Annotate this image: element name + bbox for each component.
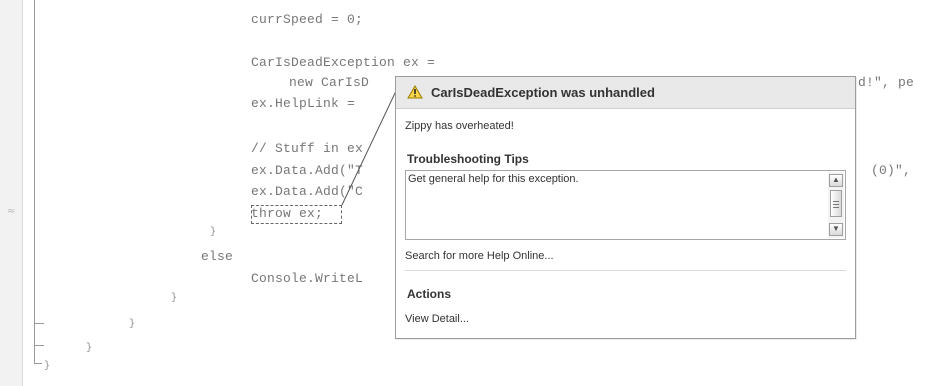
warning-icon	[407, 85, 423, 99]
actions-heading: Actions	[407, 287, 452, 301]
popup-header: CarIsDeadException was unhandled	[396, 77, 855, 109]
exception-title: CarIsDeadException was unhandled	[431, 85, 655, 100]
tips-scrollbar[interactable]: ▲ ▼	[828, 172, 844, 238]
divider	[405, 270, 846, 271]
scroll-thumb[interactable]	[830, 190, 842, 217]
search-help-online-link[interactable]: Search for more Help Online...	[405, 250, 554, 262]
scroll-up-button[interactable]: ▲	[829, 174, 843, 187]
troubleshooting-heading: Troubleshooting Tips	[407, 152, 529, 166]
troubleshooting-tips-box[interactable]: Get general help for this exception. ▲ ▼	[405, 170, 846, 240]
view-detail-link[interactable]: View Detail...	[405, 313, 469, 325]
general-help-link[interactable]: Get general help for this exception.	[408, 173, 579, 185]
exception-assistant-popup[interactable]: CarIsDeadException was unhandled Zippy h…	[395, 76, 856, 339]
exception-message: Zippy has overheated!	[405, 120, 514, 132]
scroll-down-button[interactable]: ▼	[829, 223, 843, 236]
